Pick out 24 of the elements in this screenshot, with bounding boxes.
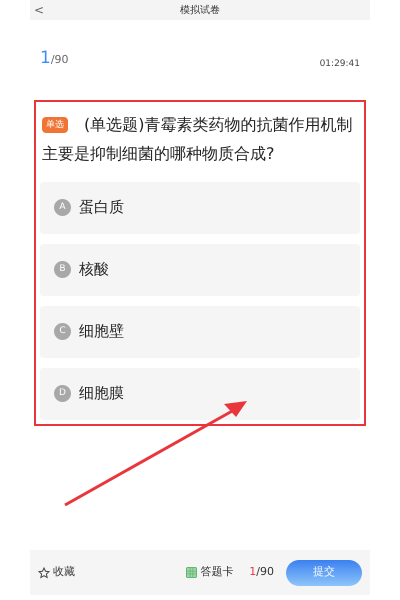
favorite-button[interactable]: 收藏 [38, 564, 75, 581]
option-text: 核酸 [79, 259, 109, 280]
answer-option[interactable]: B 核酸 [40, 244, 360, 296]
answer-option[interactable]: A 蛋白质 [40, 182, 360, 234]
option-letter: D [54, 385, 71, 402]
answered-total: /90 [256, 564, 274, 580]
option-text: 蛋白质 [79, 197, 124, 218]
grid-icon [186, 567, 198, 578]
back-button[interactable]: < [34, 4, 44, 16]
page-title: 模拟试卷 [180, 4, 220, 18]
option-text: 细胞膜 [79, 383, 124, 404]
option-letter: A [54, 199, 71, 216]
answer-option[interactable]: D 细胞膜 [40, 368, 360, 420]
option-letter: B [54, 261, 71, 278]
question-total: /90 [50, 52, 69, 68]
star-icon [38, 566, 50, 578]
option-letter: C [54, 323, 71, 340]
option-text: 细胞壁 [79, 321, 124, 342]
answer-card-button[interactable]: 答题卡 [186, 564, 234, 581]
current-question-number: 1 [40, 47, 51, 70]
answered-count: 1 [249, 564, 256, 580]
answer-option[interactable]: C 细胞壁 [40, 306, 360, 358]
question-text: 单选 (单选题)青霉素类药物的抗菌作用机制主要是抑制细菌的哪种物质合成? [42, 114, 354, 164]
timer: 01:29:41 [320, 58, 360, 71]
